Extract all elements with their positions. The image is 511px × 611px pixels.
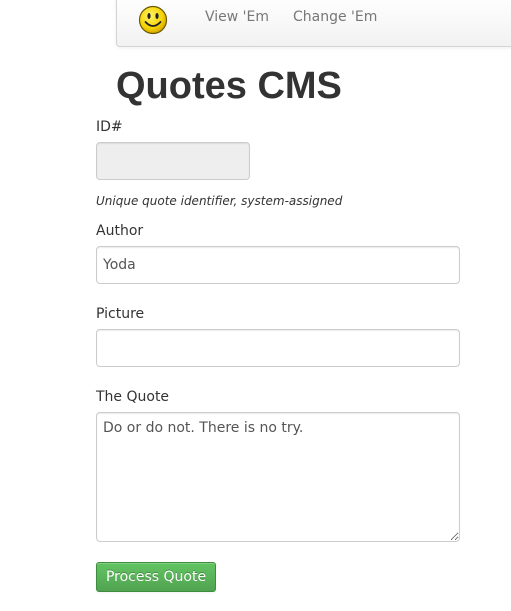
id-help-text: Unique quote identifier, system-assigned [96,194,343,208]
quote-label: The Quote [96,389,170,405]
author-label: Author [96,223,144,239]
process-quote-button[interactable]: Process Quote [96,562,216,592]
page-title: Quotes CMS [116,65,342,107]
page: View 'Em Change 'Em Quotes CMS ID# Uniqu… [0,0,511,611]
picture-field[interactable] [96,329,460,367]
author-field[interactable] [96,246,460,284]
id-label: ID# [96,119,123,135]
top-navbar: View 'Em Change 'Em [116,0,511,47]
picture-label: Picture [96,306,145,322]
smiley-face-icon[interactable] [138,5,168,35]
nav-link-change-em[interactable]: Change 'Em [293,7,377,27]
nav-link-view-em[interactable]: View 'Em [205,7,269,27]
quote-textarea[interactable]: Do or do not. There is no try. [96,412,460,542]
id-field[interactable] [96,142,250,180]
